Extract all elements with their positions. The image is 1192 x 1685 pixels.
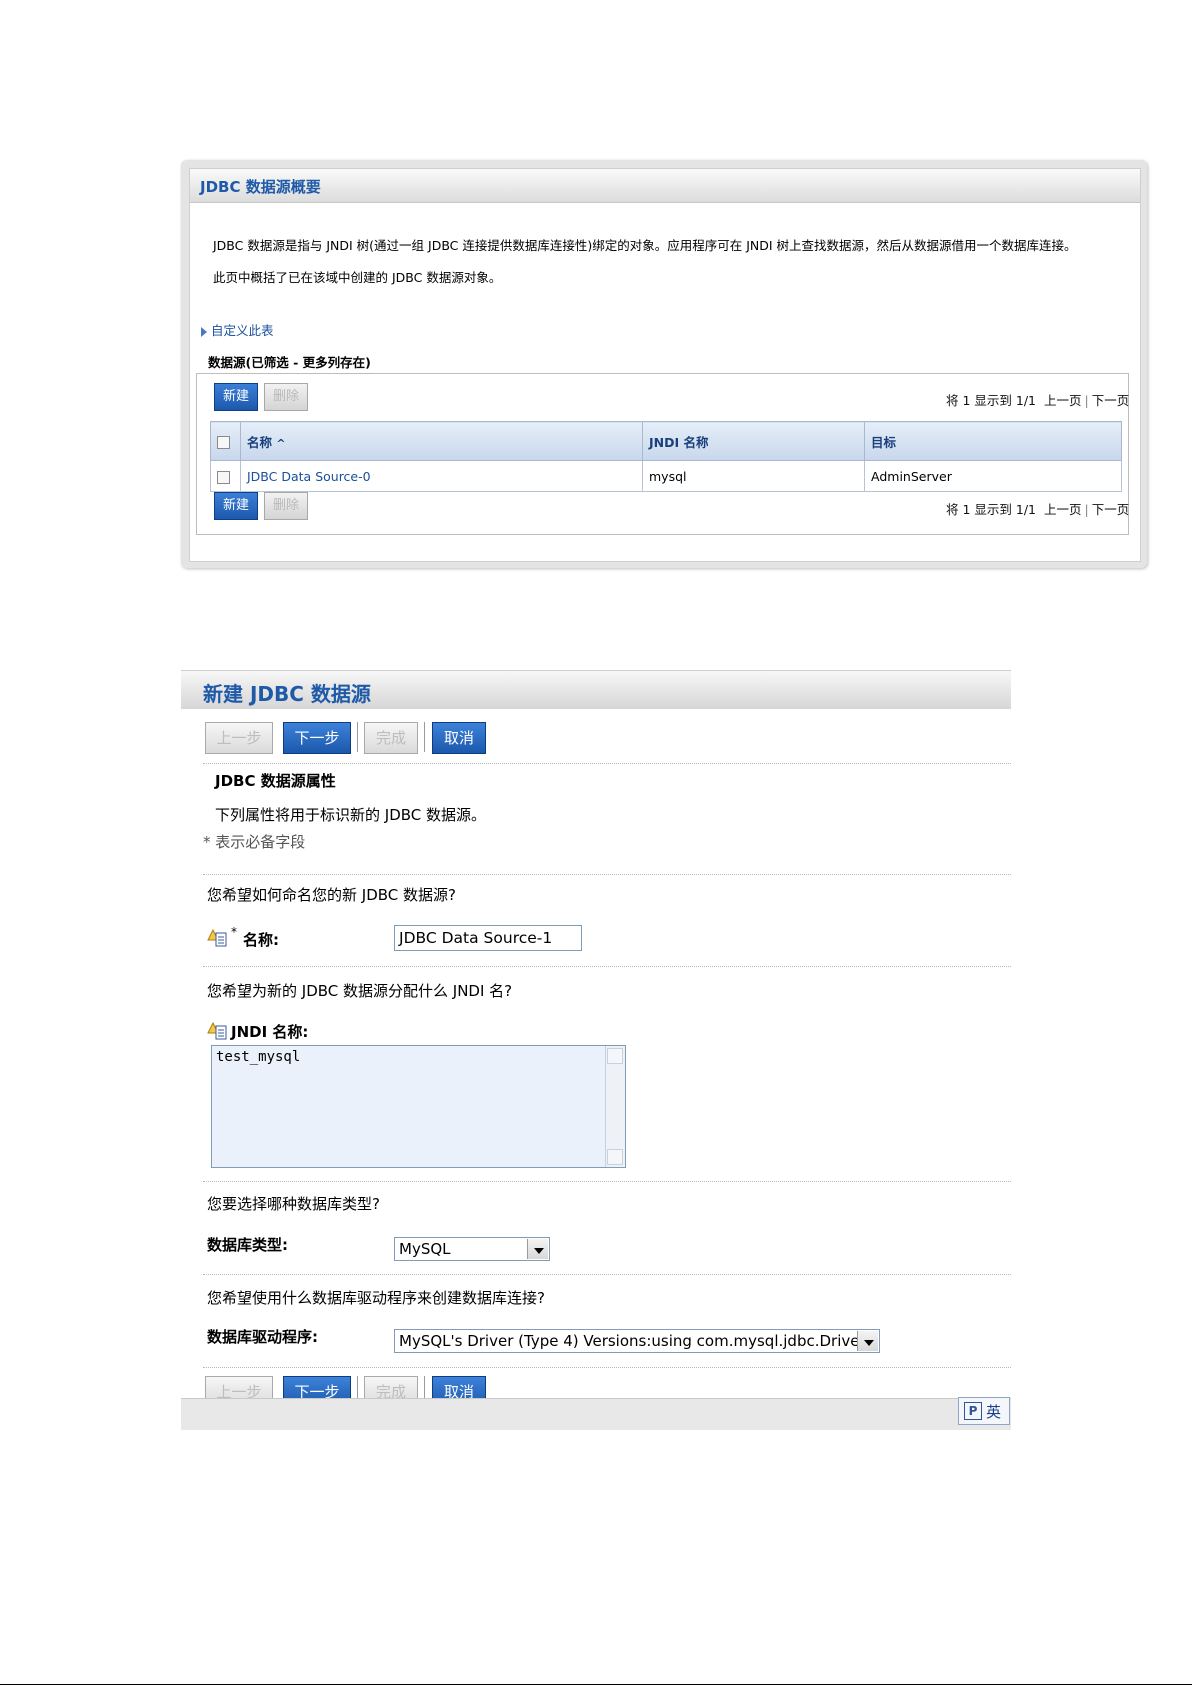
ime-icon: P bbox=[964, 1402, 982, 1420]
button-divider bbox=[424, 1376, 425, 1398]
select-all-checkbox[interactable] bbox=[217, 435, 230, 449]
next-page-link-bottom[interactable]: 下一页 bbox=[1092, 502, 1130, 517]
delete-button[interactable]: 删除 bbox=[264, 383, 308, 411]
dbtype-value: MySQL bbox=[399, 1240, 451, 1258]
dbtype-select[interactable]: MySQL bbox=[394, 1237, 550, 1261]
table-row: JDBC Data Source-0 mysql AdminServer bbox=[210, 460, 1122, 492]
new-button-bottom[interactable]: 新建 bbox=[214, 492, 258, 520]
wizard-title: 新建 JDBC 数据源 bbox=[203, 682, 371, 706]
section-description: 下列属性将用于标识新的 JDBC 数据源。 bbox=[215, 806, 487, 824]
divider bbox=[203, 1274, 1011, 1275]
finish-button[interactable]: 完成 bbox=[364, 722, 418, 754]
button-divider bbox=[357, 722, 358, 752]
prev-page-link[interactable]: 上一页 bbox=[1044, 393, 1082, 408]
panel-title: JDBC 数据源概要 bbox=[200, 178, 321, 196]
next-button[interactable]: 下一步 bbox=[283, 722, 351, 754]
column-name-header[interactable]: 名称 ^ bbox=[240, 421, 643, 461]
divider bbox=[203, 763, 1011, 764]
jndi-textarea[interactable]: test_mysql bbox=[211, 1045, 626, 1168]
cancel-button[interactable]: 取消 bbox=[432, 722, 486, 754]
name-input[interactable]: JDBC Data Source-1 bbox=[394, 925, 582, 951]
dbtype-label: 数据库类型: bbox=[207, 1236, 288, 1254]
column-target-header[interactable]: 目标 bbox=[864, 421, 1122, 461]
dropdown-arrow-icon[interactable] bbox=[857, 1331, 878, 1351]
scroll-down-icon[interactable] bbox=[607, 1149, 623, 1165]
required-note: * 表示必备字段 bbox=[203, 833, 306, 851]
datasource-table: 名称 ^ JNDI 名称 目标 JDBC Data Source-0 mysql… bbox=[210, 421, 1122, 492]
ime-indicator[interactable]: P 英 bbox=[958, 1397, 1010, 1425]
pager: 将 1 显示到 1/1 上一页 | 下一页 bbox=[946, 390, 1129, 409]
summary-description-2: 此页中概括了已在该域中创建的 JDBC 数据源对象。 bbox=[213, 270, 502, 285]
prev-page-link-bottom[interactable]: 上一页 bbox=[1044, 502, 1082, 517]
row-checkbox[interactable] bbox=[217, 470, 230, 484]
ime-language-label: 英 bbox=[986, 1403, 1002, 1421]
back-button[interactable]: 上一步 bbox=[205, 722, 273, 754]
jndi-label: JNDI 名称: bbox=[231, 1023, 309, 1041]
row-jndi-cell: mysql bbox=[642, 460, 865, 492]
driver-select[interactable]: MySQL's Driver (Type 4) Versions:using c… bbox=[394, 1329, 880, 1353]
column-jndi-label: JNDI 名称 bbox=[649, 434, 709, 450]
divider bbox=[203, 966, 1011, 967]
customize-table-label: 自定义此表 bbox=[211, 323, 274, 338]
row-name-cell: JDBC Data Source-0 bbox=[240, 460, 643, 492]
textarea-scrollbar[interactable] bbox=[605, 1046, 625, 1167]
panel-header: JDBC 数据源概要 bbox=[190, 169, 1140, 203]
pager-text-bottom: 将 1 显示到 1/1 bbox=[946, 502, 1036, 517]
customize-table-link[interactable]: 自定义此表 bbox=[201, 320, 274, 339]
scroll-up-icon[interactable] bbox=[607, 1048, 623, 1064]
question-driver: 您希望使用什么数据库驱动程序来创建数据库连接? bbox=[207, 1289, 545, 1307]
bottom-button-bar: 上一步 下一步 完成 取消 bbox=[203, 1376, 1023, 1398]
pager-separator-bottom: | bbox=[1084, 502, 1089, 517]
jndi-value: test_mysql bbox=[216, 1049, 301, 1065]
driver-value: MySQL's Driver (Type 4) Versions:using c… bbox=[399, 1332, 866, 1350]
table-caption: 数据源(已筛选 - 更多列存在) bbox=[208, 355, 371, 370]
button-divider bbox=[357, 1376, 358, 1398]
divider bbox=[203, 1181, 1011, 1182]
cancel-button-bottom[interactable]: 取消 bbox=[432, 1376, 486, 1398]
row-target-cell: AdminServer bbox=[864, 460, 1122, 492]
next-page-link[interactable]: 下一页 bbox=[1092, 393, 1130, 408]
delete-button-bottom[interactable]: 删除 bbox=[264, 492, 308, 520]
warning-field-icon bbox=[207, 929, 227, 947]
browser-status-strip bbox=[181, 1398, 1011, 1430]
question-name: 您希望如何命名您的新 JDBC 数据源? bbox=[207, 886, 456, 904]
summary-description: JDBC 数据源是指与 JNDI 树(通过一组 JDBC 连接提供数据库连接性)… bbox=[213, 238, 1077, 253]
section-title: JDBC 数据源属性 bbox=[215, 772, 336, 790]
row-select-cell bbox=[210, 460, 241, 492]
divider bbox=[203, 1367, 1011, 1368]
warning-field-icon bbox=[207, 1022, 227, 1040]
required-star: * bbox=[231, 925, 237, 939]
wizard-header: 新建 JDBC 数据源 bbox=[181, 670, 1011, 709]
question-dbtype: 您要选择哪种数据库类型? bbox=[207, 1195, 380, 1213]
pager-separator: | bbox=[1084, 393, 1089, 408]
button-divider bbox=[424, 722, 425, 752]
pager-text: 将 1 显示到 1/1 bbox=[946, 393, 1036, 408]
expand-triangle-icon bbox=[201, 326, 207, 337]
select-all-header bbox=[210, 421, 241, 461]
new-button[interactable]: 新建 bbox=[214, 383, 258, 411]
divider bbox=[203, 874, 1011, 875]
dropdown-arrow-icon[interactable] bbox=[527, 1239, 548, 1259]
column-name-label: 名称 bbox=[247, 434, 273, 450]
finish-button-bottom[interactable]: 完成 bbox=[364, 1376, 418, 1398]
name-label: 名称: bbox=[243, 931, 279, 949]
column-target-label: 目标 bbox=[871, 434, 897, 450]
datasource-name-link[interactable]: JDBC Data Source-0 bbox=[247, 469, 371, 484]
question-jndi: 您希望为新的 JDBC 数据源分配什么 JNDI 名? bbox=[207, 982, 513, 1000]
driver-label: 数据库驱动程序: bbox=[207, 1328, 318, 1346]
next-button-bottom[interactable]: 下一步 bbox=[283, 1376, 351, 1398]
pager-bottom: 将 1 显示到 1/1 上一页 | 下一页 bbox=[946, 499, 1129, 518]
sort-up-icon: ^ bbox=[276, 436, 286, 450]
column-jndi-header[interactable]: JNDI 名称 bbox=[642, 421, 865, 461]
back-button-bottom[interactable]: 上一步 bbox=[205, 1376, 273, 1398]
